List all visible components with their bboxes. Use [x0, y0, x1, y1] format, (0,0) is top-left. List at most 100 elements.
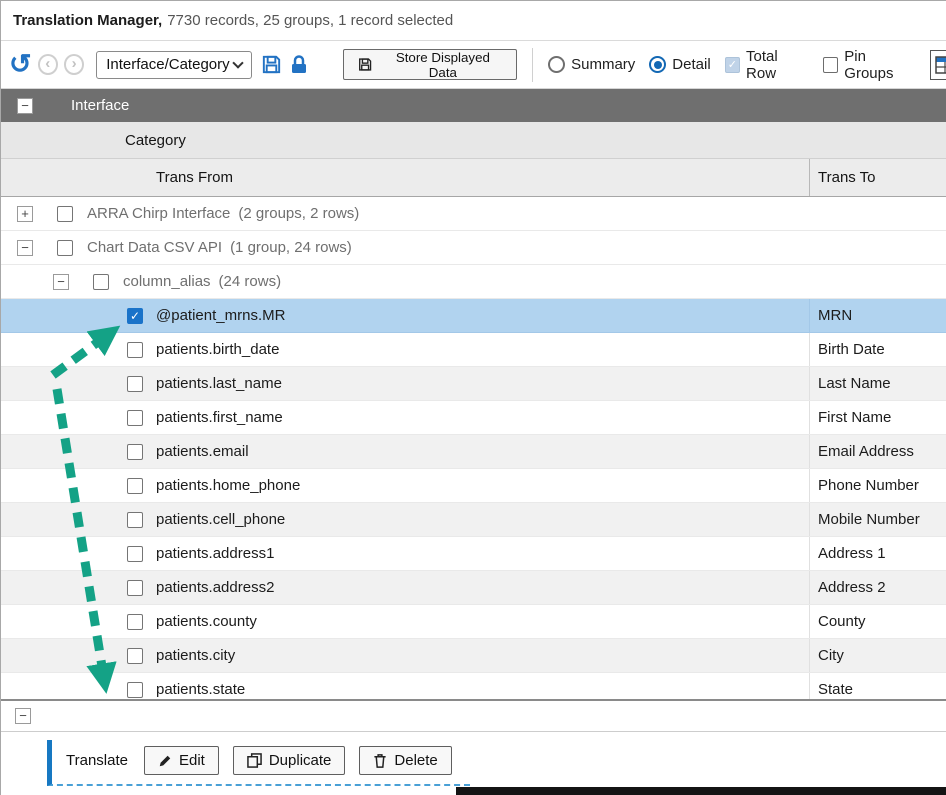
- copy-icon: [247, 753, 262, 768]
- lock-icon[interactable]: [290, 54, 308, 75]
- trans-to-cell: Address 1: [809, 537, 946, 570]
- delete-button-label: Delete: [394, 752, 437, 769]
- save-icon: [357, 56, 373, 73]
- table-row[interactable]: patients.first_nameFirst Name: [1, 401, 946, 435]
- row-checkbox[interactable]: [127, 648, 143, 664]
- duplicate-button-label: Duplicate: [269, 752, 332, 769]
- interface-band-label: Interface: [71, 97, 129, 114]
- undo-icon[interactable]: ↺: [9, 51, 32, 78]
- summary-radio[interactable]: Summary: [548, 56, 635, 73]
- total-row-label: Total Row: [746, 48, 809, 82]
- table-row[interactable]: ✓@patient_mrns.MRMRN: [1, 299, 946, 333]
- group-row[interactable]: − column_alias (24 rows): [1, 265, 946, 299]
- trans-from-cell: patients.address2: [143, 579, 809, 596]
- trans-to-cell: Phone Number: [809, 469, 946, 502]
- store-displayed-data-button[interactable]: Store Displayed Data: [343, 49, 517, 80]
- trans-to-cell: Birth Date: [809, 333, 946, 366]
- category-band-header: Category: [1, 122, 946, 159]
- page-title: Translation Manager,: [13, 12, 162, 29]
- trans-from-cell: patients.home_phone: [143, 477, 809, 494]
- table-row[interactable]: patients.home_phonePhone Number: [1, 469, 946, 503]
- view-mode-select[interactable]: Interface/Category: [96, 51, 252, 79]
- radio-icon: [548, 56, 565, 73]
- view-mode-value: Interface/Category: [106, 56, 229, 73]
- forward-icon[interactable]: ›: [64, 54, 84, 75]
- toolbar: ↺ ‹ › Interface/Category: [1, 41, 946, 89]
- footer-collapse-row: −: [1, 699, 946, 732]
- translate-area: Translate Edit Duplicate: [1, 732, 946, 795]
- row-checkbox[interactable]: [127, 580, 143, 596]
- pin-groups-checkbox[interactable]: Pin Groups: [823, 48, 916, 82]
- group-checkbox[interactable]: [57, 206, 73, 222]
- table-row[interactable]: patients.birth_dateBirth Date: [1, 333, 946, 367]
- checkbox-icon: [823, 57, 838, 73]
- table-row[interactable]: patients.stateState: [1, 673, 946, 699]
- trans-from-cell: @patient_mrns.MR: [143, 307, 809, 324]
- row-checkbox[interactable]: [127, 478, 143, 494]
- detail-radio[interactable]: Detail: [649, 56, 710, 73]
- trans-from-cell: patients.last_name: [143, 375, 809, 392]
- collapse-icon[interactable]: −: [15, 708, 31, 724]
- table-row[interactable]: patients.last_nameLast Name: [1, 367, 946, 401]
- duplicate-button[interactable]: Duplicate: [233, 746, 346, 775]
- trans-to-cell: Email Address: [809, 435, 946, 468]
- row-checkbox[interactable]: [127, 376, 143, 392]
- toolbar-separator: [532, 48, 533, 82]
- trans-from-cell: patients.county: [143, 613, 809, 630]
- group-meta: (1 group, 24 rows): [230, 239, 352, 256]
- group-checkbox[interactable]: [93, 274, 109, 290]
- row-checkbox[interactable]: [127, 546, 143, 562]
- collapse-icon[interactable]: −: [17, 240, 33, 256]
- group-label: Chart Data CSV API: [87, 239, 222, 256]
- row-checkbox-checked[interactable]: ✓: [127, 308, 143, 324]
- group-row[interactable]: + ARRA Chirp Interface (2 groups, 2 rows…: [1, 197, 946, 231]
- group-row[interactable]: − Chart Data CSV API (1 group, 24 rows): [1, 231, 946, 265]
- edit-button[interactable]: Edit: [144, 746, 219, 775]
- trans-to-cell: Mobile Number: [809, 503, 946, 536]
- trans-from-cell: patients.email: [143, 443, 809, 460]
- group-label: column_alias: [123, 273, 211, 290]
- category-band-label: Category: [125, 132, 186, 149]
- trans-to-cell: Address 2: [809, 571, 946, 604]
- toolbar-right: [930, 50, 946, 80]
- pencil-icon: [158, 754, 172, 768]
- trans-from-cell: patients.state: [143, 681, 809, 698]
- collapse-icon[interactable]: −: [53, 274, 69, 290]
- collapse-icon[interactable]: −: [17, 98, 33, 114]
- group-meta: (24 rows): [219, 273, 282, 290]
- translate-panel-label: Translate: [66, 752, 128, 769]
- row-checkbox[interactable]: [127, 614, 143, 630]
- group-checkbox[interactable]: [57, 240, 73, 256]
- row-checkbox[interactable]: [127, 512, 143, 528]
- trans-to-cell: County: [809, 605, 946, 638]
- row-checkbox[interactable]: [127, 342, 143, 358]
- pin-groups-label: Pin Groups: [844, 48, 916, 82]
- table-row[interactable]: patients.cell_phoneMobile Number: [1, 503, 946, 537]
- table-row[interactable]: patients.cityCity: [1, 639, 946, 673]
- table-row[interactable]: patients.emailEmail Address: [1, 435, 946, 469]
- delete-button[interactable]: Delete: [359, 746, 451, 775]
- trans-from-cell: patients.cell_phone: [143, 511, 809, 528]
- record-summary: 7730 records, 25 groups, 1 record select…: [167, 12, 453, 29]
- trans-to-cell: City: [809, 639, 946, 672]
- table-row[interactable]: patients.countyCounty: [1, 605, 946, 639]
- trans-to-cell: Last Name: [809, 367, 946, 400]
- row-checkbox[interactable]: [127, 444, 143, 460]
- column-header-trans-to[interactable]: Trans To: [809, 159, 946, 196]
- column-header-trans-from[interactable]: Trans From: [1, 159, 809, 196]
- back-icon[interactable]: ‹: [38, 54, 58, 75]
- row-checkbox[interactable]: [127, 410, 143, 426]
- expand-icon[interactable]: +: [17, 206, 33, 222]
- edit-button-label: Edit: [179, 752, 205, 769]
- table-row[interactable]: patients.address2Address 2: [1, 571, 946, 605]
- interface-band-header: − Interface: [1, 89, 946, 122]
- table-row[interactable]: patients.address1Address 1: [1, 537, 946, 571]
- row-checkbox[interactable]: [127, 682, 143, 698]
- table-view-button[interactable]: [930, 50, 946, 80]
- trans-from-cell: patients.birth_date: [143, 341, 809, 358]
- checkbox-checked-icon: ✓: [725, 57, 740, 73]
- save-icon[interactable]: [260, 53, 283, 76]
- window-edge-strip: [456, 787, 946, 795]
- group-label: ARRA Chirp Interface: [87, 205, 230, 222]
- total-row-checkbox[interactable]: ✓ Total Row: [725, 48, 809, 82]
